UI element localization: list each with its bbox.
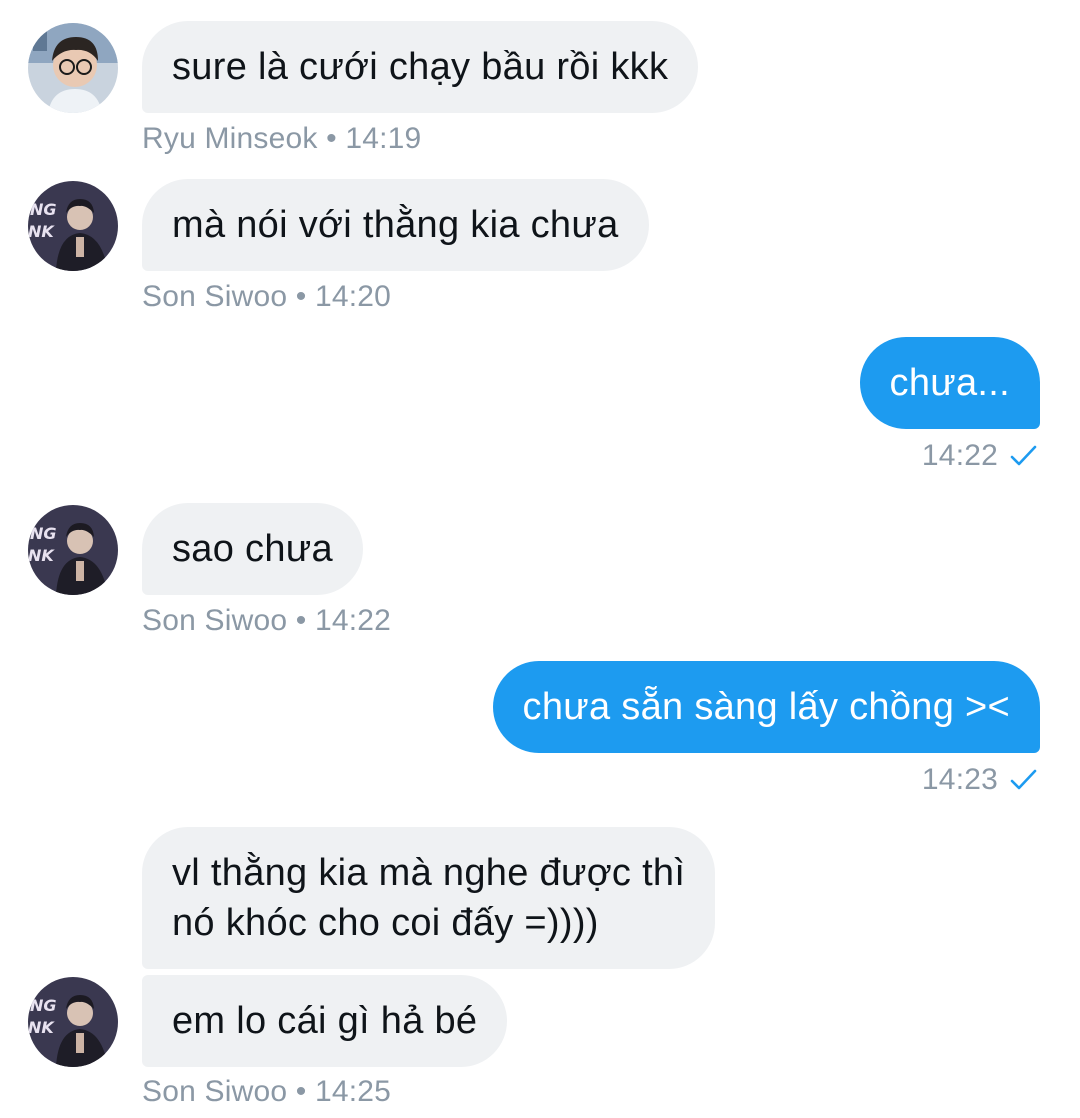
message-bubble-incoming[interactable]: mà nói với thằng kia chưa — [142, 179, 649, 271]
message-bubble-incoming[interactable]: vl thằng kia mà nghe được thì nó khóc ch… — [142, 827, 716, 969]
svg-text:NG: NG — [30, 996, 57, 1015]
message-meta: Son Siwoo • 14:25 — [142, 1075, 392, 1108]
message-time: 14:22 — [921, 439, 998, 472]
message-meta: Son Siwoo • 14:20 — [142, 280, 392, 313]
message-bubble-incoming[interactable]: em lo cái gì hả bé — [142, 975, 508, 1067]
message-line: nó khóc cho coi đấy =)))) — [172, 902, 599, 944]
avatar-son-siwoo[interactable]: NG NK — [28, 505, 118, 595]
message-time: 14:23 — [921, 763, 998, 796]
avatar-photo-icon: NG NK — [28, 181, 118, 271]
message-meta: 14:23 — [922, 762, 1038, 798]
svg-text:NG: NG — [30, 200, 57, 219]
avatar-son-siwoo[interactable]: NG NK — [28, 181, 118, 271]
svg-text:NK: NK — [28, 222, 55, 241]
message-meta: 14:22 — [922, 438, 1038, 474]
message-meta: Ryu Minseok • 14:19 — [142, 122, 422, 155]
avatar-son-siwoo[interactable]: NG NK — [28, 977, 118, 1067]
check-icon — [1010, 445, 1037, 466]
svg-text:NG: NG — [30, 524, 57, 543]
message-bubble-outgoing[interactable]: chưa sẵn sàng lấy chồng >< — [492, 661, 1040, 753]
message-bubble-outgoing[interactable]: chưa... — [859, 337, 1040, 429]
svg-text:NK: NK — [28, 1018, 55, 1037]
svg-text:NK: NK — [28, 546, 55, 565]
message-line: vl thằng kia mà nghe được thì — [172, 852, 686, 894]
avatar-photo-icon — [28, 23, 118, 113]
message-bubble-incoming[interactable]: sure là cưới chạy bầu rồi kkk — [142, 21, 699, 113]
avatar-photo-icon: NG NK — [28, 977, 118, 1067]
check-icon — [1010, 769, 1037, 790]
avatar-ryu-minseok[interactable] — [28, 23, 118, 113]
conversation-thread: sure là cưới chạy bầu rồi kkk Ryu Minseo… — [0, 0, 1080, 1118]
avatar-photo-icon: NG NK — [28, 505, 118, 595]
message-meta: Son Siwoo • 14:22 — [142, 604, 392, 637]
message-bubble-incoming[interactable]: sao chưa — [142, 503, 363, 595]
